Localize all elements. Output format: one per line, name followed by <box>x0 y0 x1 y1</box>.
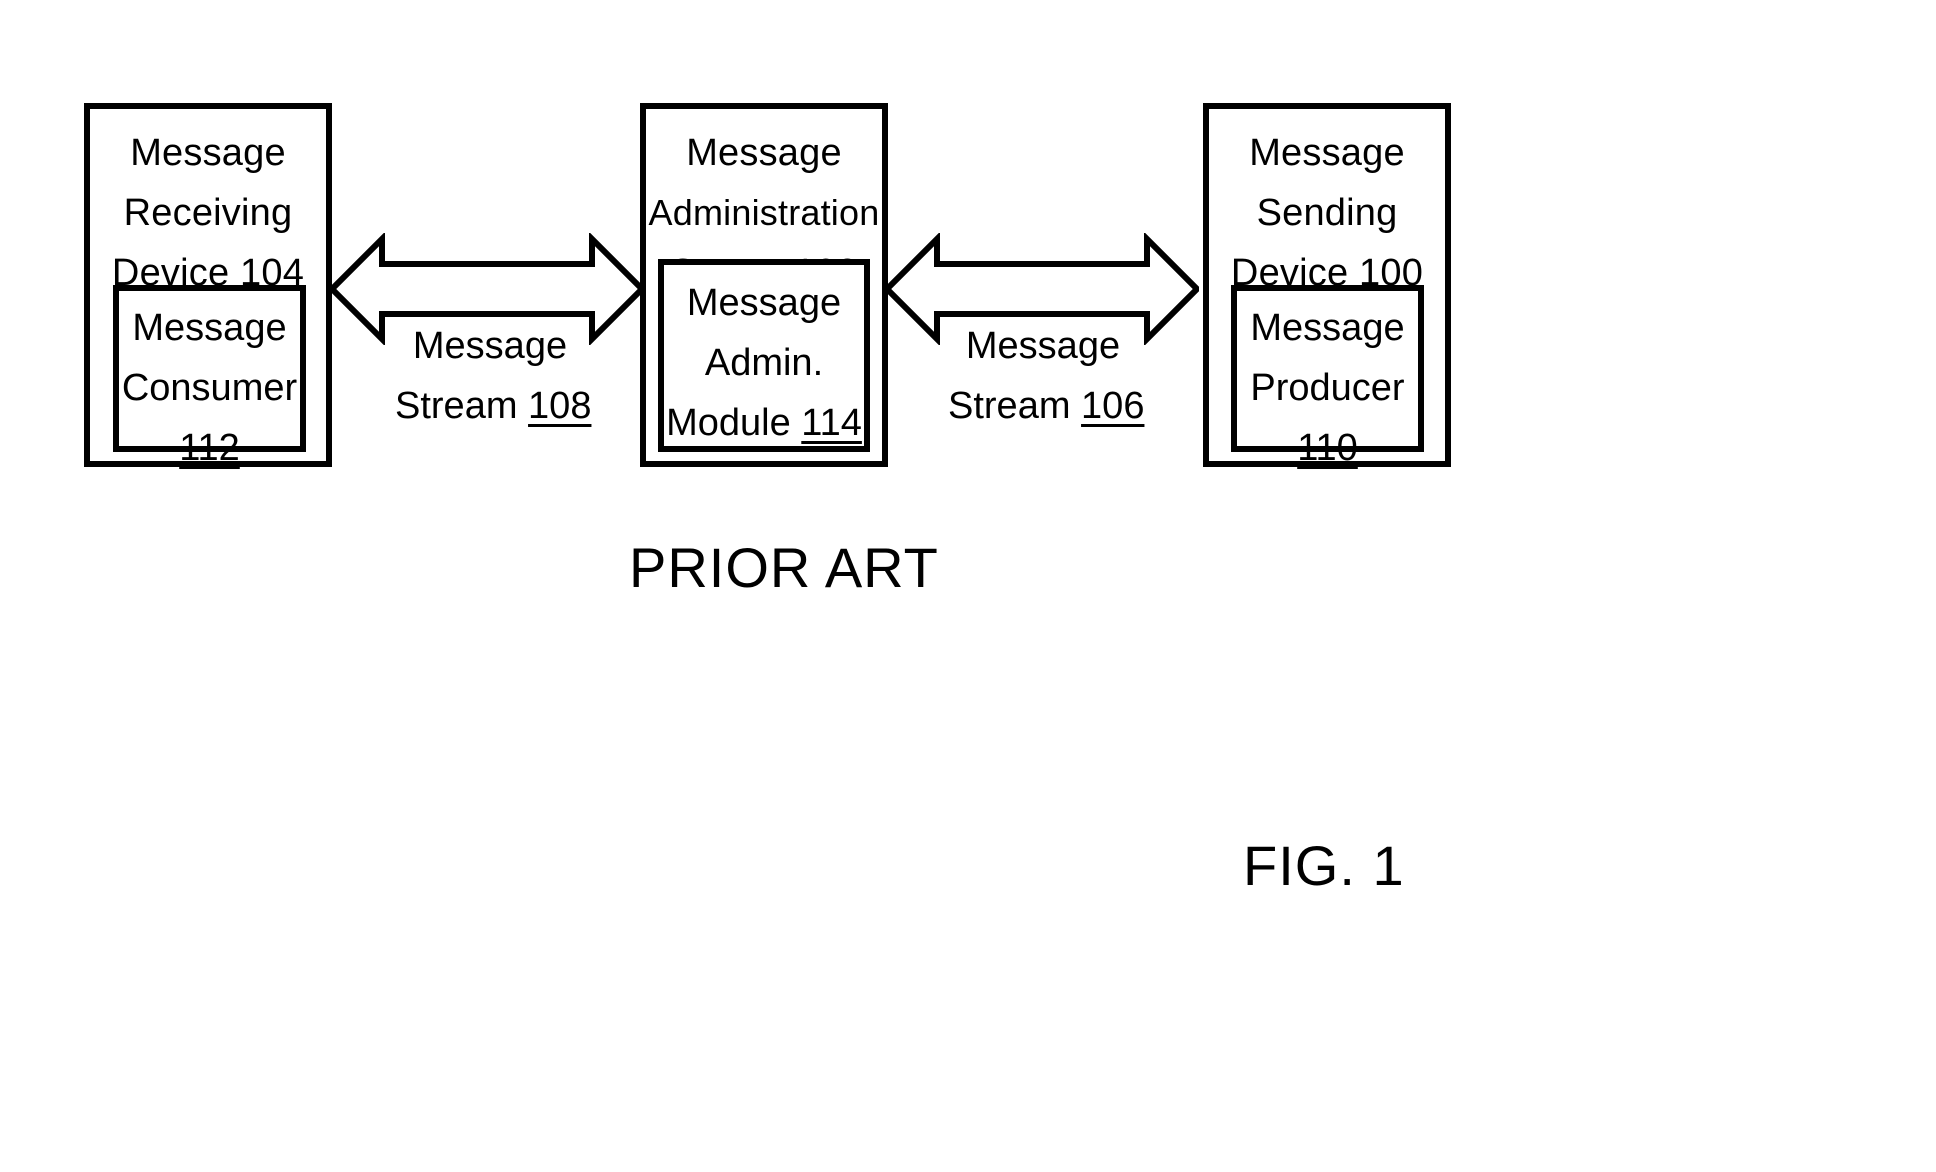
message-admin-module-line1: Message <box>664 273 864 333</box>
node-message-producer: Message Producer 110 <box>1231 285 1424 452</box>
message-stream-ref-106: 106 <box>1081 385 1144 427</box>
message-producer-ref-110: 110 <box>1297 427 1358 469</box>
message-consumer-ref-112: 112 <box>179 427 240 469</box>
message-producer-line1: Message <box>1237 298 1418 358</box>
figure-canvas: Message Receiving Device 104 Message Con… <box>0 0 1936 1172</box>
node-message-consumer: Message Consumer 112 <box>113 285 306 452</box>
admin-server-title-line1: Message <box>646 123 882 183</box>
message-admin-module-title: Message Admin. Module 114 <box>664 265 864 453</box>
receiving-device-title: Message Receiving Device 104 <box>90 109 326 303</box>
receiving-device-title-line1: Message <box>90 123 326 183</box>
message-stream-106-line2-text: Stream <box>948 385 1070 427</box>
message-admin-module-line3: Module 114 <box>664 393 864 453</box>
message-consumer-line1: Message <box>119 298 300 358</box>
message-stream-ref-108: 108 <box>528 385 591 427</box>
message-stream-106-line1: Message <box>948 316 1138 376</box>
sending-device-title: Message Sending Device 100 <box>1209 109 1445 303</box>
message-admin-module-line2: Admin. <box>664 333 864 393</box>
message-producer-line2: Producer <box>1237 358 1418 418</box>
message-admin-module-line3-text: Module <box>666 402 791 444</box>
sending-device-title-line2: Sending <box>1209 183 1445 243</box>
figure-number-label: FIG. 1 <box>1243 833 1405 898</box>
message-stream-108-line1: Message <box>395 316 585 376</box>
message-producer-title: Message Producer 110 <box>1237 291 1418 478</box>
receiving-device-title-line2: Receiving <box>90 183 326 243</box>
message-consumer-title: Message Consumer 112 <box>119 291 300 478</box>
admin-server-title-line2: Administration <box>646 183 882 243</box>
label-message-stream-108: Message Stream 108 <box>395 316 585 436</box>
message-stream-108-line2-text: Stream <box>395 385 517 427</box>
message-stream-108-line2: Stream 108 <box>395 376 585 436</box>
label-message-stream-106: Message Stream 106 <box>948 316 1138 436</box>
prior-art-caption: PRIOR ART <box>629 535 939 600</box>
sending-device-title-line1: Message <box>1209 123 1445 183</box>
message-admin-module-ref-114: 114 <box>801 402 862 444</box>
message-stream-106-line2: Stream 106 <box>948 376 1138 436</box>
message-consumer-line2: Consumer <box>119 358 300 418</box>
node-message-admin-module: Message Admin. Module 114 <box>658 259 870 452</box>
